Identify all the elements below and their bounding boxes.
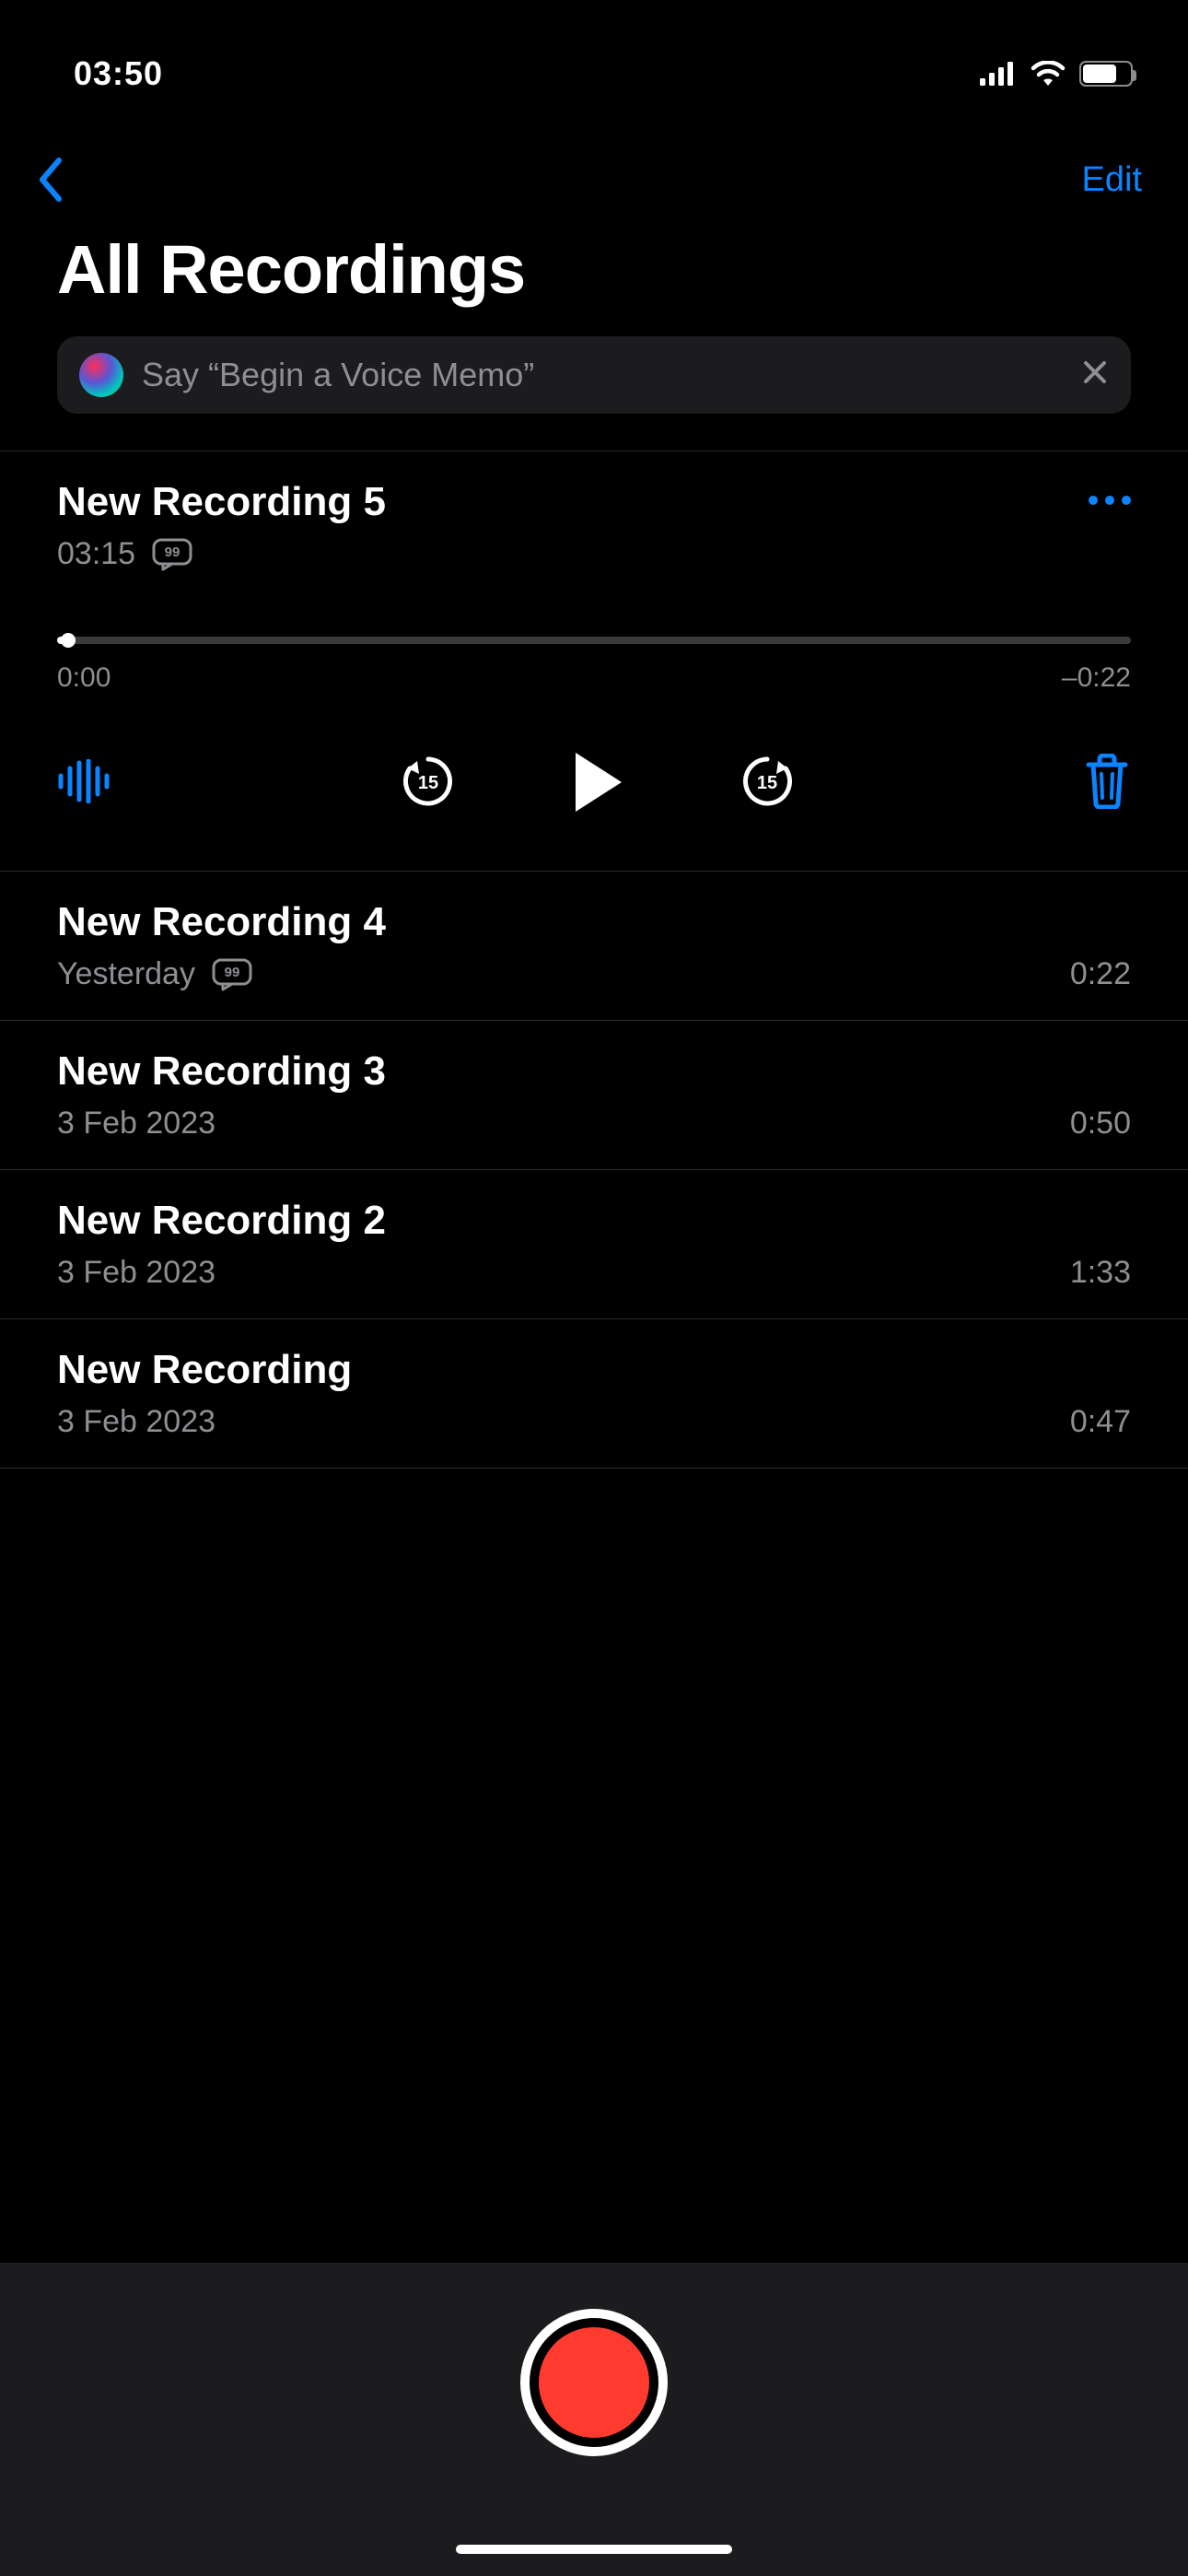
svg-text:99: 99 [225, 965, 240, 980]
trash-icon [1083, 754, 1131, 812]
svg-text:15: 15 [757, 773, 777, 793]
recording-date: 3 Feb 2023 [57, 1404, 215, 1440]
status-bar: 03:50 71 [0, 0, 1188, 129]
page-title: All Recordings [0, 221, 1188, 336]
nav-bar: Edit [0, 129, 1188, 221]
play-icon [568, 749, 627, 815]
time-remaining: –0:22 [1062, 662, 1131, 694]
recording-date: 3 Feb 2023 [57, 1255, 215, 1291]
chevron-left-icon [37, 157, 64, 203]
recording-date: Yesterday [57, 956, 195, 992]
skip-back-button[interactable]: 15 [399, 752, 458, 814]
recording-row[interactable]: New Recording 3 Feb 2023 0:47 [0, 1319, 1188, 1469]
recording-date: 3 Feb 2023 [57, 1106, 215, 1142]
status-indicators: 71 [980, 61, 1133, 87]
recording-duration: 1:33 [1070, 1255, 1131, 1291]
siri-icon [79, 353, 123, 397]
skip-forward-15-icon: 15 [738, 752, 797, 814]
recording-duration: 0:50 [1070, 1106, 1131, 1142]
scrubber-thumb[interactable] [61, 633, 76, 648]
wifi-icon [1030, 61, 1066, 87]
waveform-icon [57, 759, 112, 806]
recording-title: New Recording [57, 1347, 352, 1393]
skip-forward-button[interactable]: 15 [738, 752, 797, 814]
record-icon [539, 2327, 649, 2438]
close-button[interactable] [1081, 357, 1109, 392]
siri-phrase: Begin a Voice Memo [219, 356, 523, 393]
svg-text:99: 99 [165, 544, 181, 560]
recording-row[interactable]: New Recording 4 Yesterday 99 0:22 [0, 872, 1188, 1021]
siri-suggestion-text: Say “Begin a Voice Memo” [142, 356, 1063, 394]
recording-title: New Recording 3 [57, 1048, 386, 1095]
play-button[interactable] [568, 749, 627, 815]
recording-row[interactable]: New Recording 3 3 Feb 2023 0:50 [0, 1021, 1188, 1170]
recording-title: New Recording 2 [57, 1198, 386, 1244]
recordings-list: New Recording 5 03:15 99 0:00 –0:22 [0, 451, 1188, 1469]
recording-row-selected[interactable]: New Recording 5 03:15 99 0:00 –0:22 [0, 451, 1188, 872]
svg-text:15: 15 [418, 773, 438, 793]
cellular-icon [980, 62, 1017, 86]
recording-duration: 0:47 [1070, 1404, 1131, 1440]
transcription-icon: 99 [212, 958, 252, 991]
recording-row[interactable]: New Recording 2 3 Feb 2023 1:33 [0, 1170, 1188, 1319]
recording-date: 03:15 [57, 536, 135, 572]
delete-button[interactable] [1083, 754, 1131, 812]
back-button[interactable] [37, 157, 64, 203]
siri-prefix: Say [142, 356, 208, 393]
transcription-icon: 99 [152, 538, 192, 571]
waveform-button[interactable] [57, 759, 112, 806]
recording-title: New Recording 5 [57, 479, 386, 525]
playback-scrubber[interactable] [57, 637, 1131, 644]
status-time: 03:50 [74, 54, 163, 93]
more-button[interactable] [1089, 479, 1131, 505]
battery-indicator: 71 [1079, 61, 1133, 87]
recording-title: New Recording 4 [57, 899, 386, 945]
time-elapsed: 0:00 [57, 662, 111, 694]
battery-percent: 71 [1081, 64, 1131, 84]
record-button[interactable] [520, 2309, 668, 2456]
skip-back-15-icon: 15 [399, 752, 458, 814]
bottom-toolbar [0, 2263, 1188, 2576]
recording-duration: 0:22 [1070, 956, 1131, 992]
close-icon [1081, 356, 1109, 394]
home-indicator[interactable] [456, 2545, 732, 2554]
edit-button[interactable]: Edit [1082, 160, 1142, 200]
siri-suggestion[interactable]: Say “Begin a Voice Memo” [57, 336, 1131, 414]
